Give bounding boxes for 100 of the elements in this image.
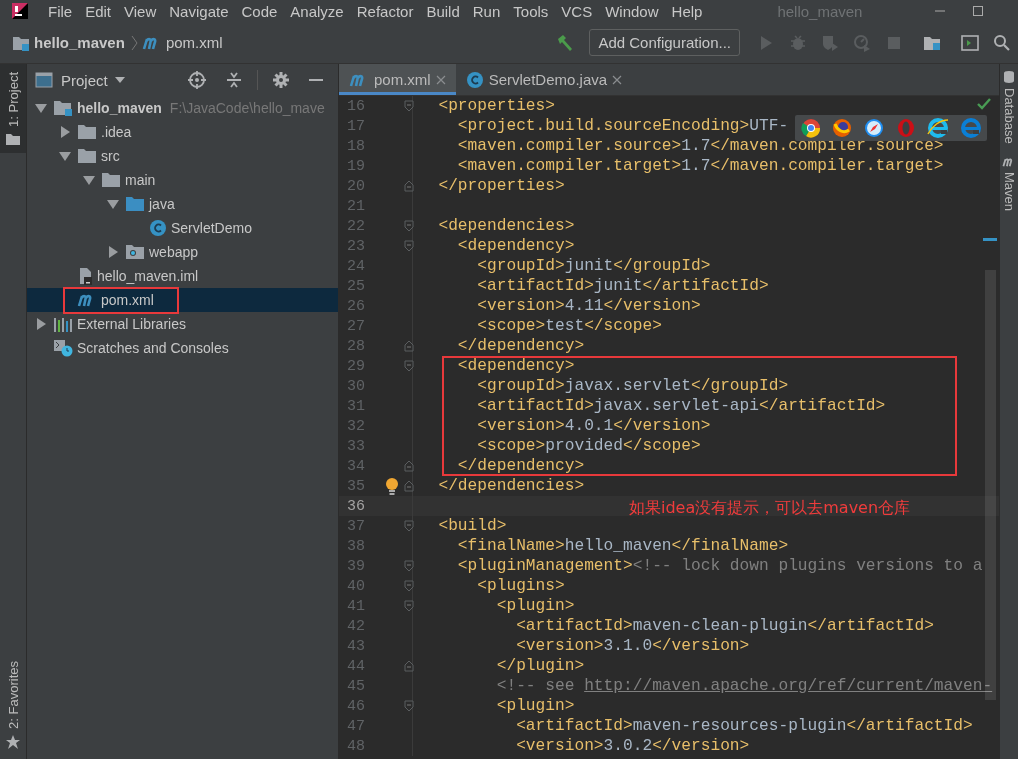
- settings-icon[interactable]: [272, 71, 290, 89]
- xml-tag: </artifactId>: [759, 397, 886, 415]
- folder-icon: [101, 172, 121, 188]
- collapse-arrow-icon[interactable]: [59, 126, 71, 138]
- close-icon[interactable]: [435, 74, 446, 85]
- menu-item[interactable]: Analyze: [290, 2, 344, 20]
- xml-tag: <dependency>: [419, 357, 575, 375]
- fold-marker-icon[interactable]: [404, 600, 414, 612]
- fold-marker-icon[interactable]: [404, 460, 414, 472]
- line-number: 22: [346, 217, 365, 235]
- tree-item[interactable]: java: [27, 192, 338, 216]
- fold-marker-icon[interactable]: [404, 220, 414, 232]
- tag-value: UTF-: [749, 117, 789, 135]
- tree-item[interactable]: src: [27, 144, 338, 168]
- fold-marker-icon[interactable]: [404, 700, 414, 712]
- panel-title[interactable]: Project: [61, 71, 108, 89]
- tree-label: hello_maven: [77, 100, 162, 116]
- editor-tab[interactable]: pom.xml: [339, 64, 456, 95]
- tree-label: External Libraries: [77, 316, 186, 332]
- tree-item[interactable]: hello_maven.iml: [27, 264, 338, 288]
- line-number: 25: [346, 277, 365, 295]
- collapse-arrow-icon[interactable]: [107, 246, 119, 258]
- tag-value: test: [545, 317, 585, 335]
- tree-item[interactable]: External Libraries: [27, 312, 338, 336]
- bug-icon[interactable]: [788, 32, 808, 53]
- menu-item[interactable]: Navigate: [169, 2, 229, 20]
- breadcrumb[interactable]: pom.xml: [165, 34, 223, 51]
- tree-item[interactable]: hello_maven F:\JavaCode\hello_mave: [27, 96, 338, 120]
- lightbulb-icon[interactable]: [385, 478, 399, 496]
- fold-marker-icon[interactable]: [404, 100, 414, 112]
- link[interactable]: http://maven.apache.org/ref/current/maven-: [584, 677, 993, 695]
- line-number: 32: [346, 417, 365, 435]
- tool-window-tab[interactable]: Maven: [1000, 149, 1018, 217]
- menu-item[interactable]: File: [48, 2, 73, 20]
- tree-item[interactable]: main: [27, 168, 338, 192]
- line-number: 42: [346, 617, 365, 635]
- line-number: 43: [346, 637, 365, 655]
- tree-item[interactable]: .idea: [27, 120, 338, 144]
- browser-icon[interactable]: [864, 118, 885, 138]
- tree-item[interactable]: Scratches and Consoles: [27, 336, 338, 360]
- editor-tab[interactable]: ServletDemo.java: [455, 64, 633, 95]
- tag-value: junit: [564, 257, 614, 275]
- menu-item[interactable]: VCS: [561, 2, 593, 20]
- fold-marker-icon[interactable]: [404, 560, 414, 572]
- panel-icon[interactable]: [960, 32, 980, 53]
- tool-window-tab[interactable]: 2: Favorites: [0, 653, 26, 759]
- fold-marker-icon[interactable]: [404, 480, 414, 492]
- xml-tag: <version>: [419, 297, 565, 315]
- gauge-icon[interactable]: [852, 32, 872, 53]
- tree-item[interactable]: pom.xml: [27, 288, 338, 312]
- close-icon[interactable]: [612, 74, 623, 85]
- menu-item[interactable]: Window: [605, 2, 659, 20]
- crosshair-icon[interactable]: [187, 70, 207, 90]
- maximize-icon[interactable]: [972, 5, 985, 17]
- line-number: 30: [346, 377, 365, 395]
- tag-value: javax.servlet: [564, 377, 691, 395]
- menu-item[interactable]: Help: [671, 2, 703, 20]
- expand-arrow-icon[interactable]: [59, 150, 71, 162]
- menu-item[interactable]: Refactor: [356, 2, 414, 20]
- caret-icon[interactable]: [113, 76, 126, 84]
- collapse-arrow-icon[interactable]: [35, 318, 47, 330]
- xml-tag: <version>: [419, 737, 604, 755]
- fold-marker-icon[interactable]: [404, 340, 414, 352]
- menu-item[interactable]: Build: [426, 2, 460, 20]
- fold-marker-icon[interactable]: [404, 580, 414, 592]
- folder-icon: [125, 244, 145, 260]
- tool-window-tab[interactable]: 1: Project: [0, 64, 26, 153]
- browser-icon[interactable]: [800, 118, 821, 138]
- xml-tag: </artifactId>: [642, 277, 769, 295]
- fold-marker-icon[interactable]: [404, 520, 414, 532]
- expand-arrow-icon[interactable]: [35, 102, 47, 114]
- line-number: 38: [346, 537, 365, 555]
- browser-icon[interactable]: [927, 118, 950, 138]
- tree-item[interactable]: webapp: [27, 240, 338, 264]
- expand-arrow-icon[interactable]: [83, 174, 95, 186]
- tool-window-tab[interactable]: Database: [1000, 64, 1018, 150]
- fold-marker-icon[interactable]: [404, 240, 414, 252]
- checkmark-icon: [977, 98, 991, 110]
- menu-item[interactable]: Code: [241, 2, 278, 20]
- collapse-all-icon[interactable]: [225, 70, 243, 90]
- tree-item[interactable]: ServletDemo: [27, 216, 338, 240]
- menu-item[interactable]: Edit: [85, 2, 112, 20]
- xml-tag: <artifactId>: [419, 397, 594, 415]
- search-icon[interactable]: [992, 32, 1012, 53]
- tag-value: provided: [545, 437, 623, 455]
- add-configuration-button[interactable]: Add Configuration...: [589, 29, 740, 56]
- file-icon: [77, 267, 93, 285]
- menu-item[interactable]: Tools: [513, 2, 549, 20]
- menu-item[interactable]: View: [124, 2, 157, 20]
- fold-marker-icon[interactable]: [404, 180, 414, 192]
- expand-arrow-icon[interactable]: [107, 198, 119, 210]
- xml-tag: <plugins>: [419, 577, 565, 595]
- menu-item[interactable]: Run: [472, 2, 501, 20]
- browser-icon[interactable]: [832, 118, 853, 138]
- folder-icon: [125, 196, 145, 212]
- xml-tag: <dependencies>: [419, 217, 575, 235]
- class-icon: [465, 70, 484, 89]
- fold-marker-icon[interactable]: [404, 660, 414, 672]
- fold-marker-icon[interactable]: [404, 360, 414, 372]
- breadcrumb[interactable]: hello_maven: [34, 34, 125, 51]
